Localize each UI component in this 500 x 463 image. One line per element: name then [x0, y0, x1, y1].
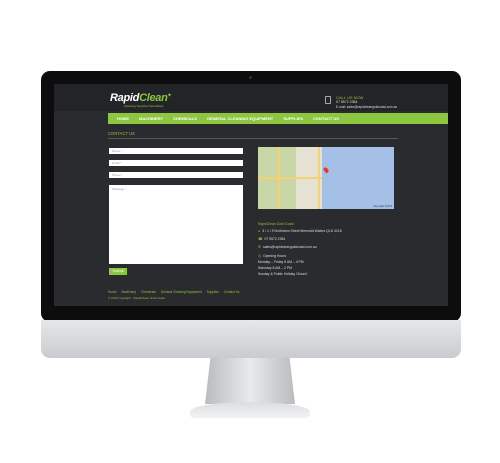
logo-tagline: Cleaning Supplies Specialists [124, 104, 164, 108]
divider [108, 138, 398, 139]
footer-links: Home Machinery Chemicals General Cleanin… [108, 290, 244, 294]
business-name: RapidClean Gold Coast [258, 222, 294, 226]
phone-field[interactable]: Phone * [109, 172, 243, 178]
footer-link-chemicals[interactable]: Chemicals [141, 290, 156, 294]
map-water-area [322, 147, 394, 209]
phone-line: ☎ 07 5572 2384 [258, 237, 285, 241]
main-nav: HOME MACHINERY CHEMICALS GENERAL CLEANIN… [108, 113, 448, 124]
phone-icon [325, 96, 331, 104]
location-icon: ⌂ [258, 229, 261, 233]
nav-item-contact-us[interactable]: CONTACT US [308, 116, 344, 121]
hours-sunday: Sunday & Public Holiday Closed [258, 272, 307, 276]
footer-link-general-cleaning-equipment[interactable]: General Cleaning Equipment [161, 290, 202, 294]
hours-heading-line: ◷ Opening Hours [258, 254, 286, 258]
email-line: ✉ sales@rapidcleangoldcoast.com.au [258, 245, 317, 249]
mail-icon: ✉ [258, 245, 262, 249]
hours-heading: Opening Hours [263, 254, 286, 258]
footer-link-contact-us[interactable]: Contact Us [224, 290, 240, 294]
website-screen: RapidClean ✦ Cleaning Supplies Specialis… [54, 84, 448, 306]
imac-stand [205, 358, 295, 404]
nav-item-chemicals[interactable]: CHEMICALS [168, 116, 202, 121]
map-road [258, 177, 322, 179]
imac-stand-base [190, 402, 310, 418]
footer-link-home[interactable]: Home [108, 290, 117, 294]
message-textarea[interactable]: Message * [109, 185, 243, 264]
contact-email[interactable]: sales@rapidcleangoldcoast.com.au [263, 245, 317, 249]
phone-icon: ☎ [258, 237, 263, 241]
site-logo[interactable]: RapidClean [110, 92, 168, 104]
address-line: ⌂ 3 / 1 / 9 Northview Street Mermaid Wate… [258, 229, 342, 233]
nav-item-home[interactable]: HOME [112, 116, 134, 121]
email-field[interactable]: Email * [109, 160, 243, 166]
site-header: RapidClean ✦ Cleaning Supplies Specialis… [54, 84, 448, 111]
nav-item-supplies[interactable]: SUPPLIES [278, 116, 308, 121]
submit-button[interactable]: Submit [109, 268, 127, 275]
location-map[interactable]: Map data ©2013 [258, 147, 394, 209]
clock-icon: ◷ [258, 254, 262, 258]
hours-saturday: Saturday 8 AM – 2 PM [258, 266, 292, 270]
logo-accent-text: Clean [139, 92, 168, 104]
address-text: 3 / 1 / 9 Northview Street Mermaid Water… [262, 229, 342, 233]
nav-item-machinery[interactable]: MACHINERY [134, 116, 168, 121]
header-email[interactable]: E-mail: sales@rapidcleangoldcoast.com.au [336, 105, 397, 109]
page-title: CONTACT US [108, 131, 135, 136]
nav-item-general-cleaning-equipment[interactable]: GENERAL CLEANING EQUIPMENT [202, 116, 278, 121]
sparkle-icon: ✦ [167, 92, 173, 99]
footer-link-machinery[interactable]: Machinery [121, 290, 136, 294]
apple-logo-icon [241, 328, 261, 348]
contact-phone[interactable]: 07 5572 2384 [264, 237, 285, 241]
header-phone[interactable]: 07 5572 2384 [336, 100, 357, 104]
footer-link-supplies[interactable]: Supplies [207, 290, 219, 294]
hours-weekday: Monday – Friday 8 AM – 4 PM [258, 260, 304, 264]
map-road [318, 147, 320, 209]
logo-main-text: Rapid [110, 92, 140, 104]
camera-icon [249, 76, 252, 79]
copyright-text: © 2013 copyright · RapidClean Gold Coast [108, 296, 165, 300]
name-field[interactable]: Name * [109, 148, 243, 154]
map-credit: Map data ©2013 [373, 205, 392, 208]
